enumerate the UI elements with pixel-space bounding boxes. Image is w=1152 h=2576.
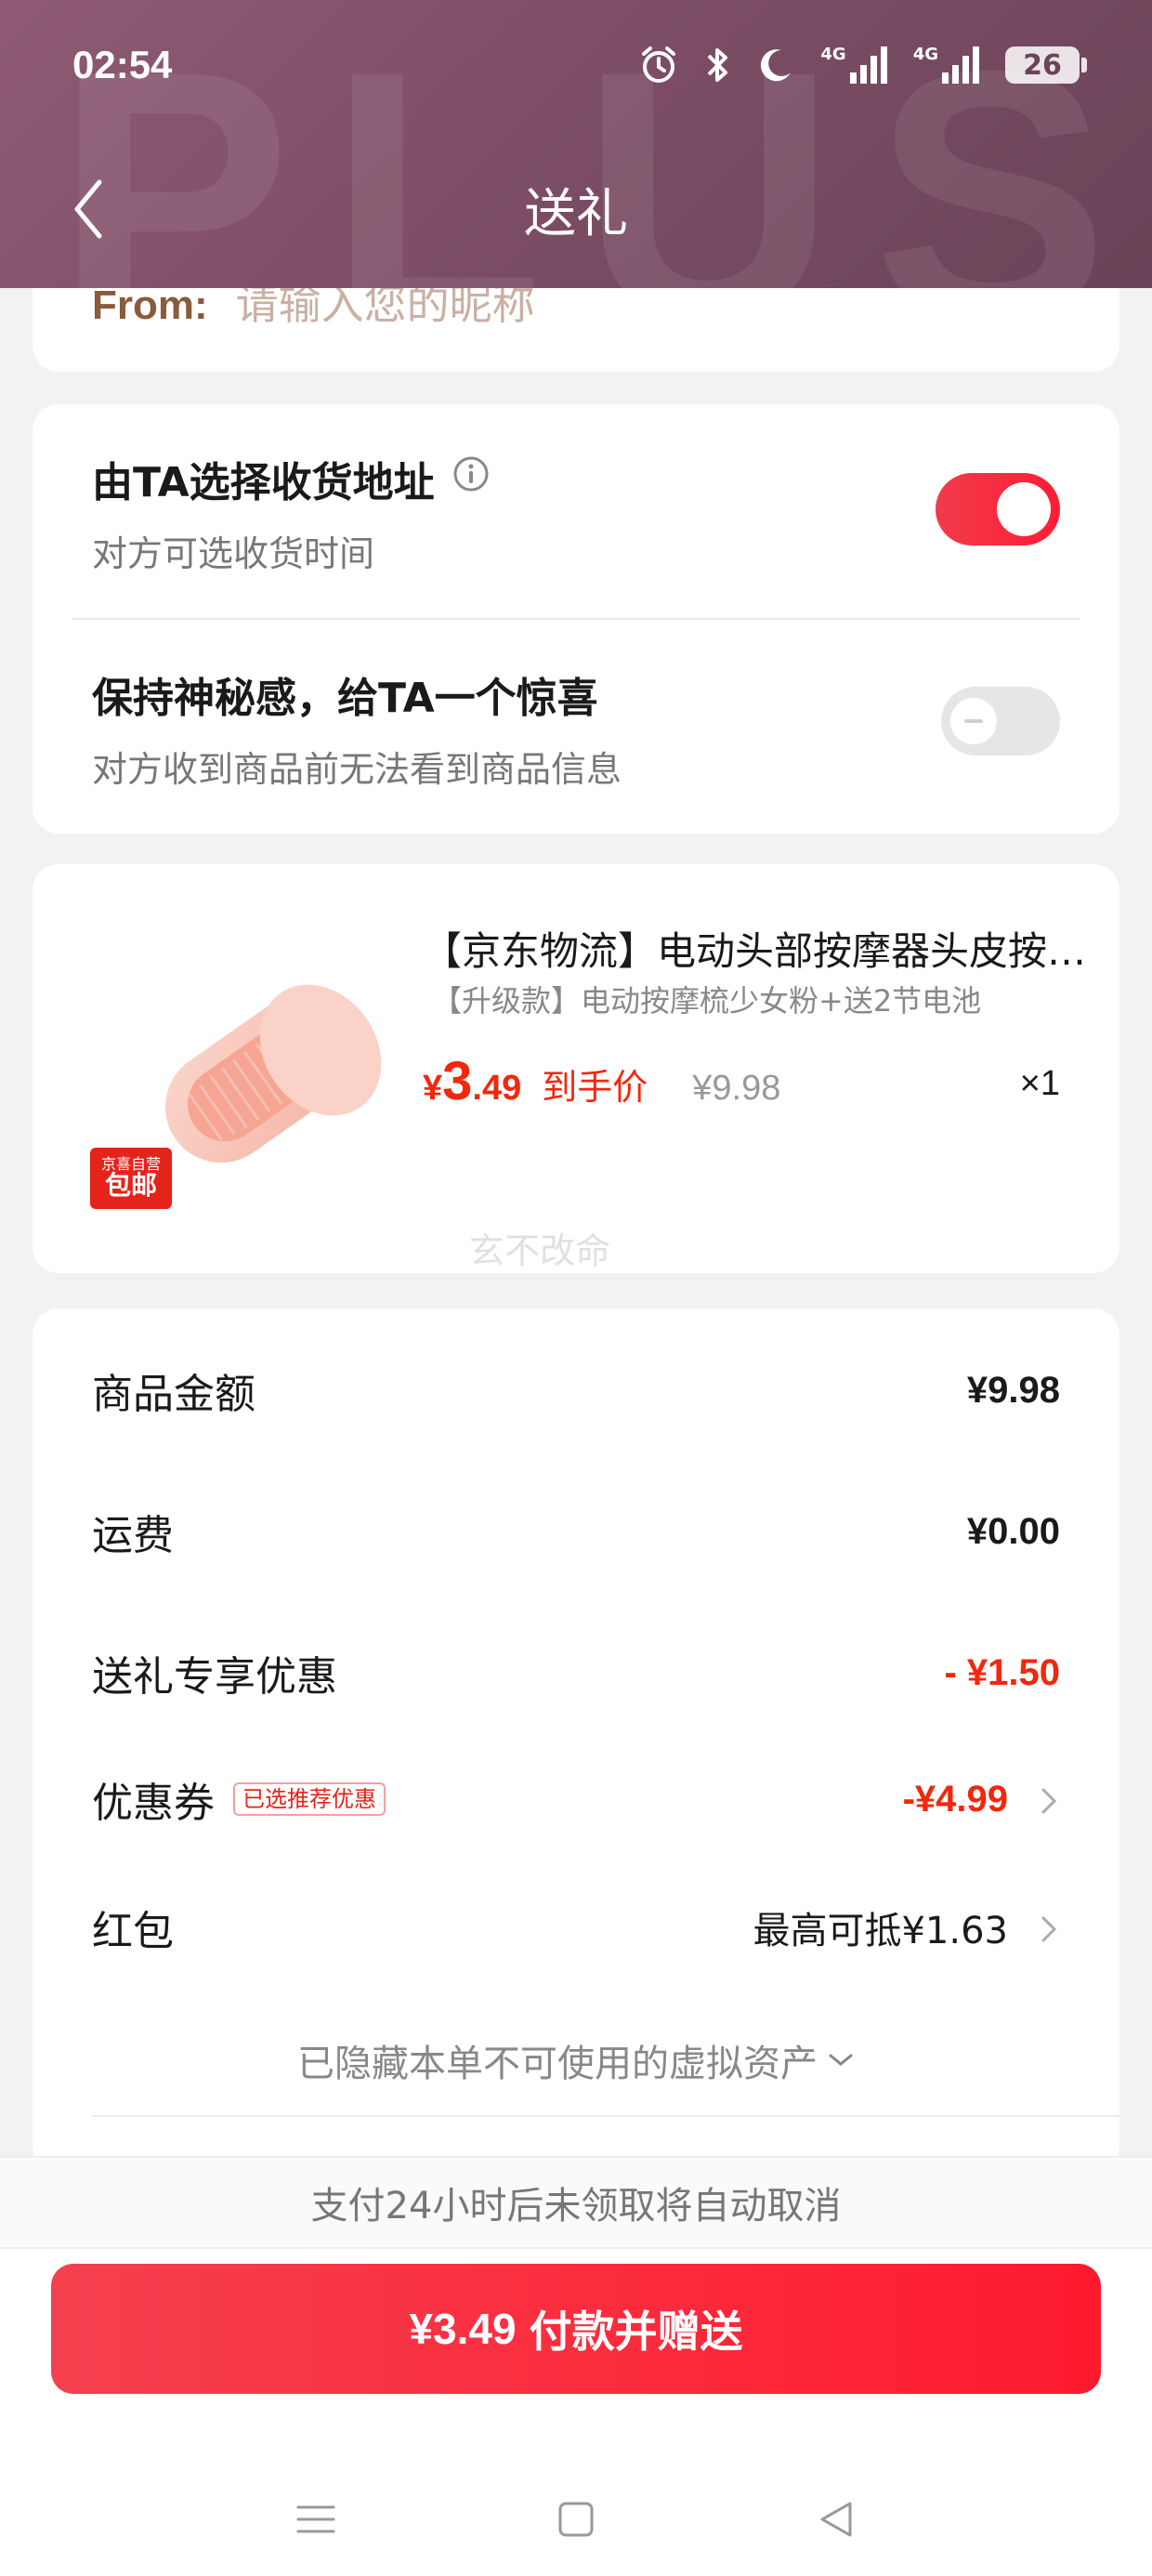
chevron-right-icon[interactable]: [1038, 1912, 1060, 1946]
hidden-assets-toggle[interactable]: 已隐藏本单不可使用的虚拟资产: [33, 2033, 1119, 2087]
status-bar: 02:54 4G 4G 26: [0, 0, 1152, 130]
summary-row-shipping: 运费 ¥0.00: [92, 1494, 1060, 1569]
auto-cancel-notice: 支付24小时后未领取将自动取消: [0, 2156, 1152, 2249]
from-label: From:: [92, 283, 208, 328]
price-decimal: .49: [472, 1069, 522, 1108]
chevron-right-icon[interactable]: [1038, 1784, 1060, 1818]
home-button[interactable]: [539, 2482, 613, 2556]
header: PLUS 02:54 4G 4G 26 送礼: [0, 0, 1152, 288]
back-system-button[interactable]: [799, 2482, 873, 2556]
option-surprise: 保持神秘感，给TA一个惊喜 对方收到商品前无法看到商品信息: [92, 620, 1060, 834]
pay-amount: ¥3.49: [409, 2305, 517, 2353]
menu-icon: [296, 2505, 335, 2533]
menu-button[interactable]: [279, 2482, 353, 2556]
product-spec: 【升级款】电动按摩梳少女粉+送2节电池: [432, 983, 982, 1019]
summary-label: 优惠券 已选推荐优惠: [92, 1769, 386, 1829]
info-icon[interactable]: [452, 454, 491, 504]
summary-value: -¥4.99: [902, 1778, 1008, 1820]
product-title: 【京东物流】电动头部按摩器头皮按摩梳: [423, 928, 1092, 974]
toggle-knob: [997, 482, 1051, 536]
signal-label: 4G: [912, 45, 938, 64]
original-price: ¥9.98: [692, 1069, 781, 1108]
summary-label: 商品金额: [92, 1371, 255, 1418]
option-title-text: 保持神秘感，给TA一个惊喜: [92, 675, 598, 722]
system-nav-bar: [0, 2463, 1152, 2576]
final-price-tag: 到手价: [542, 1067, 648, 1108]
order-summary-card: 商品金额 ¥9.98 运费 ¥0.00 送礼专享优惠 - ¥1.50 优惠券 已…: [33, 1308, 1119, 2173]
price-currency: ¥: [423, 1069, 443, 1108]
status-time: 02:54: [72, 43, 173, 86]
option-title: 保持神秘感，给TA一个惊喜: [92, 664, 598, 724]
nav-bar: 送礼: [0, 158, 1152, 260]
summary-value: - ¥1.50: [944, 1651, 1060, 1693]
hidden-assets-text: 已隐藏本单不可使用的虚拟资产: [297, 2043, 818, 2085]
coupon-label: 优惠券: [92, 1780, 215, 1827]
moon-icon: [755, 45, 796, 85]
bluetooth-icon: [703, 45, 731, 85]
toggle-knob: [950, 698, 997, 744]
page-title: 送礼: [524, 183, 628, 244]
summary-value: ¥9.98: [966, 1369, 1060, 1411]
home-square-icon: [558, 2502, 594, 2537]
free-shipping-badge: 京喜自营 包邮: [90, 1148, 172, 1209]
back-button[interactable]: [56, 177, 121, 242]
summary-row-goods-amount: 商品金额 ¥9.98: [92, 1353, 1060, 1427]
price-row: ¥ 3 .49 到手价 ¥9.98: [423, 1050, 780, 1112]
status-icons: 4G 4G 26: [638, 45, 1087, 85]
pay-and-gift-button[interactable]: ¥3.49 付款并赠送: [51, 2264, 1101, 2394]
quantity: ×1: [1019, 1064, 1060, 1103]
summary-label: 红包: [92, 1908, 174, 1955]
summary-value: ¥0.00: [966, 1510, 1060, 1552]
chevron-left-icon: [74, 179, 102, 239]
alarm-icon: [638, 45, 679, 85]
recipient-address-toggle[interactable]: [936, 473, 1060, 545]
option-subtitle: 对方可选收货时间: [92, 533, 375, 574]
chevron-down-icon: [829, 2054, 853, 2066]
summary-row-gift-discount: 送礼专享优惠 - ¥1.50: [92, 1636, 1060, 1710]
surprise-toggle[interactable]: [941, 687, 1060, 756]
battery-indicator: 26: [1005, 46, 1087, 84]
signal-label: 4G: [820, 45, 846, 64]
pay-label: 付款并赠送: [529, 2307, 743, 2357]
back-triangle-icon: [820, 2502, 852, 2537]
coupon-tag: 已选推荐优惠: [233, 1781, 386, 1817]
bottom-bar: 支付24小时后未领取将自动取消 ¥3.49 付款并赠送: [0, 2156, 1152, 2576]
option-subtitle: 对方收到商品前无法看到商品信息: [92, 749, 622, 790]
summary-row-coupon[interactable]: 优惠券 已选推荐优惠 -¥4.99: [92, 1762, 1060, 1836]
summary-row-red-packet[interactable]: 红包 最高可抵¥1.63: [92, 1890, 1060, 1965]
badge-main-text: 包邮: [104, 1170, 157, 1202]
divider: [92, 2115, 1119, 2117]
price-integer: 3: [442, 1051, 473, 1111]
signal-4g-icon: 4G: [913, 45, 981, 85]
signal-4g-icon: 4G: [820, 45, 888, 85]
watermark-text: 玄不改命: [469, 1230, 611, 1271]
summary-value: 最高可抵¥1.63: [753, 1910, 1008, 1952]
option-recipient-address: 由TA选择收货地址 对方可选收货时间: [92, 404, 1060, 618]
summary-label: 送礼专享优惠: [92, 1653, 337, 1701]
option-title: 由TA选择收货地址: [92, 449, 491, 508]
gift-options-card: 由TA选择收货地址 对方可选收货时间 保持神秘感，给TA一个惊喜 对方收到商品前…: [33, 404, 1119, 834]
option-title-text: 由TA选择收货地址: [92, 459, 435, 506]
summary-label: 运费: [92, 1512, 174, 1559]
product-card[interactable]: 京喜自营 包邮 【京东物流】电动头部按摩器头皮按摩梳 【升级款】电动按摩梳少女粉…: [33, 864, 1119, 1273]
